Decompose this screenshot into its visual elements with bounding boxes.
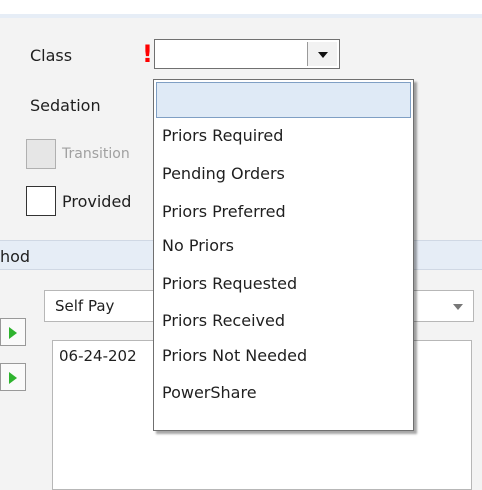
transition-checkbox[interactable] bbox=[26, 139, 56, 169]
section-title: hod bbox=[0, 247, 31, 266]
class-combo-button[interactable] bbox=[307, 42, 337, 66]
required-icon: ! bbox=[142, 40, 153, 68]
dropdown-option-blank[interactable] bbox=[156, 82, 411, 118]
class-dropdown-list: Priors Required Pending Orders Priors Pr… bbox=[153, 79, 414, 431]
dropdown-option-priors-not-needed[interactable]: Priors Not Needed bbox=[162, 346, 307, 365]
chevron-down-icon bbox=[318, 52, 328, 58]
class-label: Class bbox=[30, 46, 73, 65]
dropdown-option-powershare[interactable]: PowerShare bbox=[162, 383, 257, 402]
arrow-right-icon bbox=[9, 372, 17, 384]
payment-method-value: Self Pay bbox=[55, 297, 115, 315]
dropdown-option-priors-received[interactable]: Priors Received bbox=[162, 311, 285, 330]
move-right-button[interactable] bbox=[0, 318, 26, 346]
move-right-button-2[interactable] bbox=[0, 363, 26, 391]
dropdown-option-priors-required[interactable]: Priors Required bbox=[162, 126, 283, 145]
provided-checkbox[interactable] bbox=[26, 186, 56, 216]
arrow-right-icon bbox=[9, 327, 17, 339]
sedation-label: Sedation bbox=[30, 96, 101, 115]
dropdown-option-no-priors[interactable]: No Priors bbox=[162, 236, 234, 255]
window-top-strip bbox=[0, 0, 482, 14]
class-combobox[interactable] bbox=[154, 39, 340, 69]
dropdown-option-priors-preferred[interactable]: Priors Preferred bbox=[162, 202, 286, 221]
payment-notes-text: 06-24-202 bbox=[59, 347, 137, 365]
transition-label: Transition bbox=[62, 146, 130, 162]
provided-label: Provided bbox=[62, 192, 132, 211]
dropdown-option-pending-orders[interactable]: Pending Orders bbox=[162, 164, 285, 183]
dropdown-option-priors-requested[interactable]: Priors Requested bbox=[162, 274, 297, 293]
chevron-down-icon bbox=[453, 304, 463, 310]
